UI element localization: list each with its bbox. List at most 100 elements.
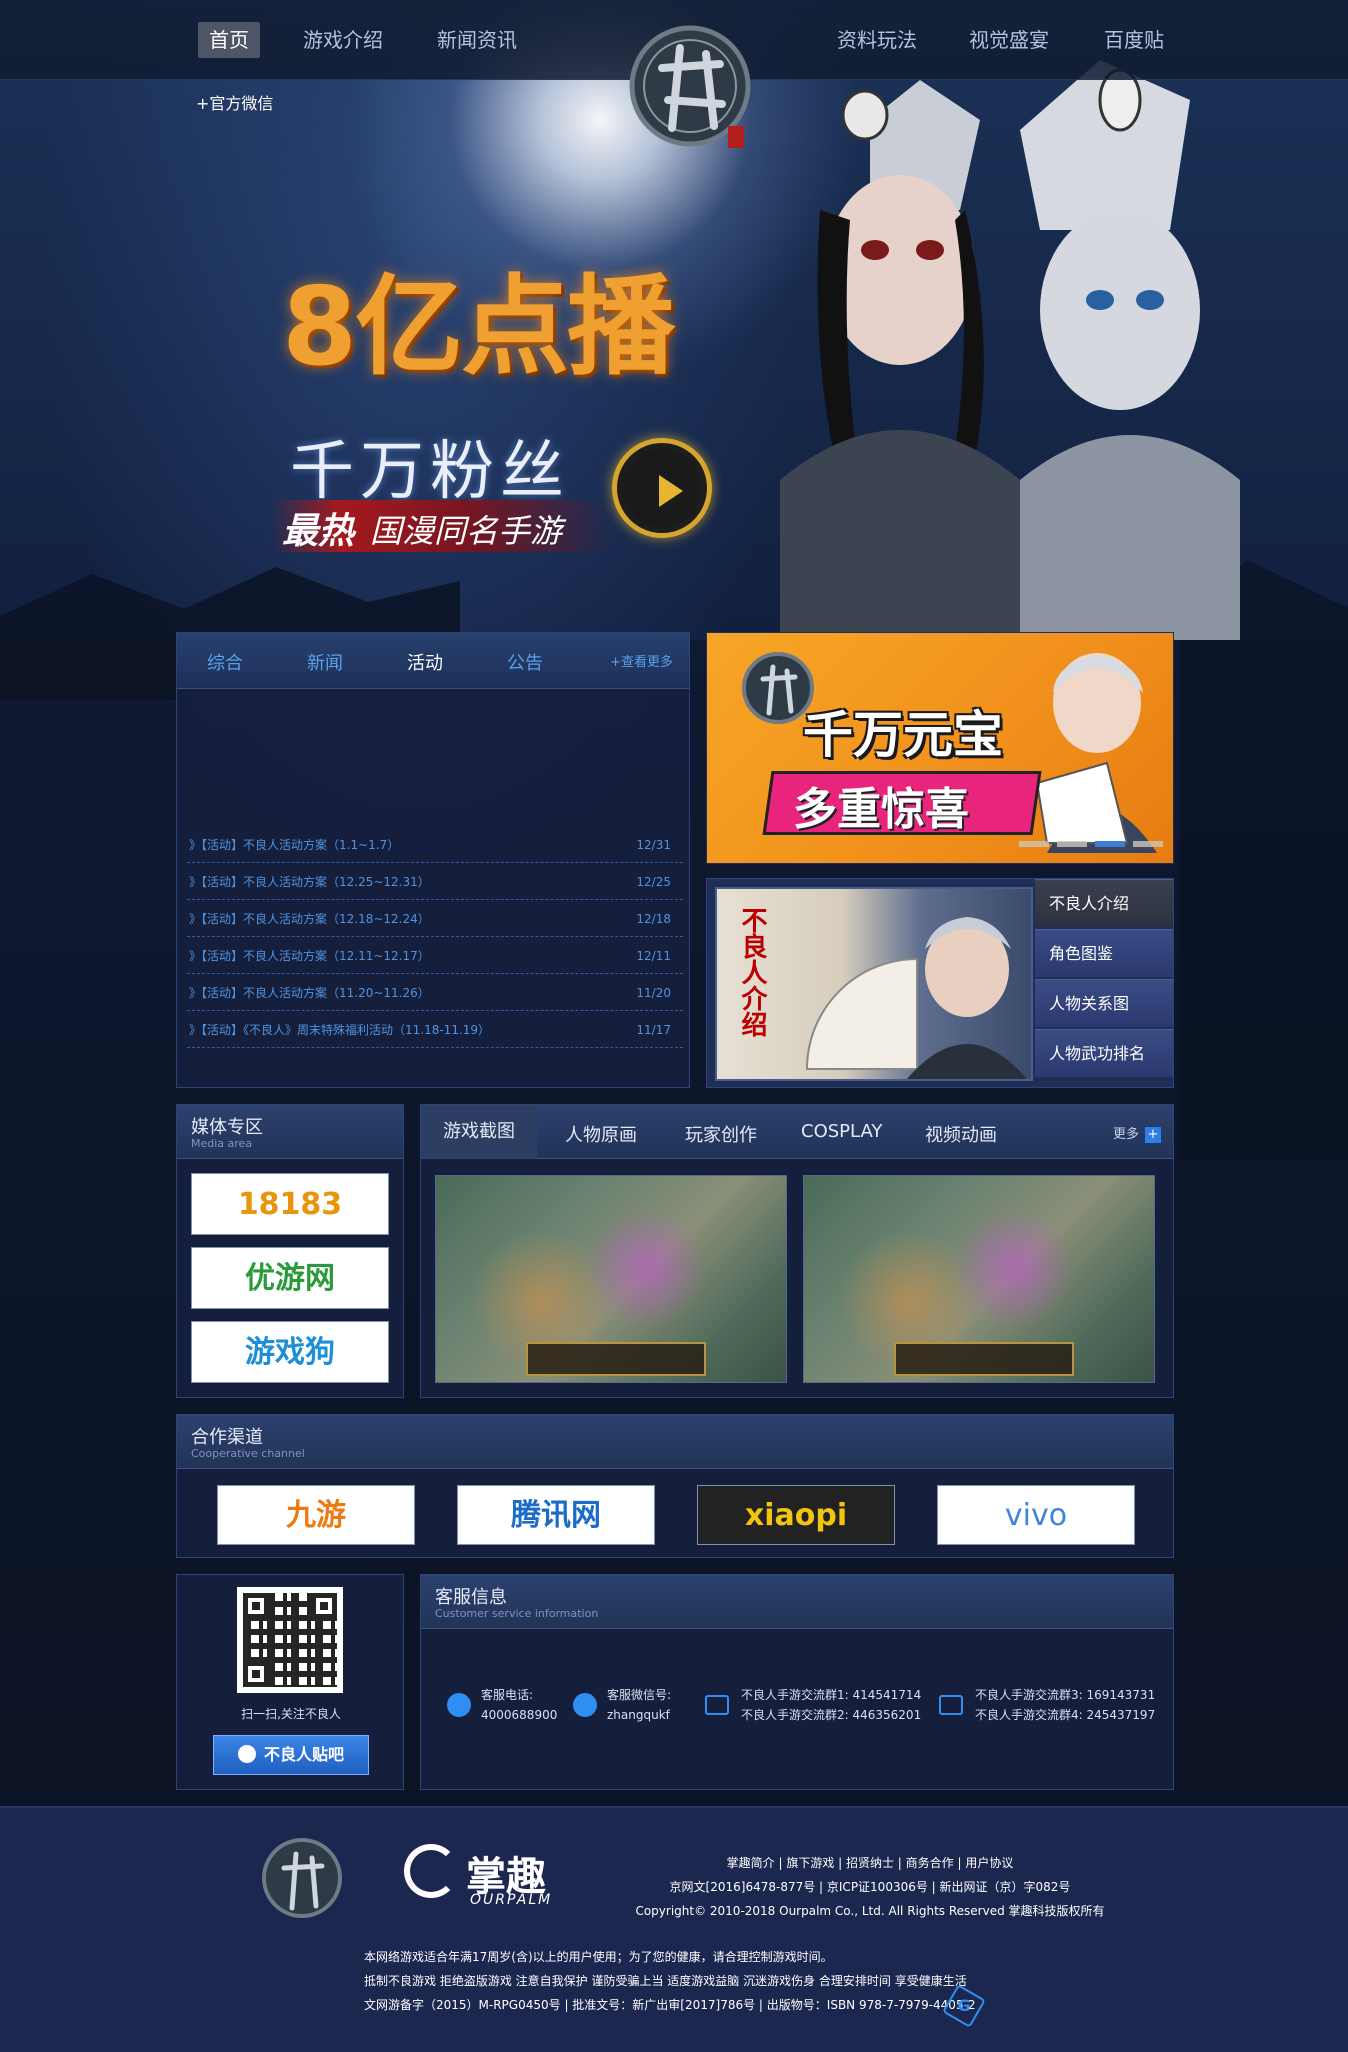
tab-character-art[interactable]: 人物原画 xyxy=(565,1121,637,1147)
nav-news[interactable]: 新闻资讯 xyxy=(430,22,524,58)
tab-screenshots[interactable]: 游戏截图 xyxy=(421,1105,537,1159)
carousel-dot-active[interactable] xyxy=(1095,841,1125,847)
footer-copyright: Copyright© 2010-2018 Ourpalm Co., Ltd. A… xyxy=(635,1904,1105,1918)
footer-links[interactable]: 掌趣简介 | 旗下游戏 | 招贤纳士 | 商务合作 | 用户协议 xyxy=(560,1854,1180,1871)
news-tab-bar: 综合 新闻 活动 公告 +查看更多 xyxy=(177,633,689,689)
news-more-link[interactable]: +查看更多 xyxy=(610,651,673,670)
news-item-date: 12/31 xyxy=(636,838,671,852)
tab-news[interactable]: 新闻 xyxy=(307,649,343,675)
character-fan-illustration xyxy=(805,917,1027,1079)
partners-header: 合作渠道 Cooperative channel xyxy=(177,1415,1173,1469)
tab-videos[interactable]: 视频动画 xyxy=(925,1121,997,1147)
media-logo-yoyou[interactable]: 优游网 xyxy=(191,1247,389,1309)
promo-banner-subtitle: 多重惊喜 xyxy=(793,784,969,835)
footer-game-logo xyxy=(262,1838,342,1918)
news-item-date: 11/20 xyxy=(636,986,671,1000)
link-relationship-chart[interactable]: 人物关系图 xyxy=(1035,979,1173,1027)
news-item[interactable]: 》【活动】不良人活动方案（1.1~1.7） 12/31 xyxy=(187,827,683,863)
tab-announcement[interactable]: 公告 xyxy=(507,649,543,675)
customer-service-subtitle: Customer service information xyxy=(435,1607,599,1620)
qr-finder xyxy=(311,1593,337,1619)
news-item-title: 》【活动】《不良人》周末特殊福利活动（11.18-11.19） xyxy=(189,1023,491,1037)
ourpalm-brand-en: OURPALM xyxy=(470,1892,553,1908)
news-item[interactable]: 》【活动】《不良人》周末特殊福利活动（11.18-11.19） 11/17 xyxy=(187,1012,683,1048)
media-area-panel: 媒体专区 Media area 18183 优游网 游戏狗 xyxy=(176,1104,404,1398)
qr-caption: 扫一扫,关注不良人 xyxy=(241,1707,341,1721)
footer-record-numbers: 文网游备字（2015）M-RPG0450号 | 批准文号：新广出审[2017]7… xyxy=(364,1998,976,2012)
nav-game-intro[interactable]: 游戏介绍 xyxy=(296,22,390,58)
carousel-dot[interactable] xyxy=(1019,841,1049,847)
ourpalm-logo-icon xyxy=(404,1844,458,1898)
video-play-button[interactable] xyxy=(612,438,712,538)
media-logo-18183[interactable]: 18183 xyxy=(191,1173,389,1235)
hero-hot-label: 最热 xyxy=(282,511,355,552)
skill-bar xyxy=(526,1342,706,1376)
game-logo-emblem[interactable] xyxy=(610,8,770,168)
wechat-id: zhangqukf xyxy=(607,1708,670,1722)
partner-logo-9game[interactable]: 九游 xyxy=(217,1485,415,1545)
chat-group-4: 不良人手游交流群4: 245437197 xyxy=(975,1708,1156,1722)
phone-label: 客服电话: xyxy=(481,1688,534,1702)
news-panel: 综合 新闻 活动 公告 +查看更多 》【活动】不良人活动方案（1.1~1.7） … xyxy=(176,632,690,1088)
gameplay-screenshot[interactable] xyxy=(803,1175,1155,1383)
tab-all[interactable]: 综合 xyxy=(207,649,243,675)
follow-panel: 扫一扫,关注不良人 不良人贴吧 xyxy=(176,1574,404,1790)
partner-logo-qq[interactable]: 腾讯网 xyxy=(457,1485,655,1545)
chat-groups-3-4: 不良人手游交流群3: 169143731 不良人手游交流群4: 24543719… xyxy=(975,1685,1155,1725)
official-wechat-link[interactable]: +官方微信 xyxy=(196,90,273,114)
tab-cosplay[interactable]: COSPLAY xyxy=(801,1121,882,1142)
news-item-date: 12/18 xyxy=(636,912,671,926)
chat-group-1: 不良人手游交流群1: 414541714 xyxy=(741,1688,922,1702)
wechat-info: 客服微信号: zhangqukf xyxy=(607,1685,671,1725)
carousel-dot[interactable] xyxy=(1133,841,1163,847)
footer-age-notice: 本网络游戏适合年满17周岁(含)以上的用户使用；为了您的健康，请合理控制游戏时间… xyxy=(364,1950,833,1964)
tab-activity[interactable]: 活动 xyxy=(407,649,443,675)
qr-pattern xyxy=(243,1593,337,1687)
link-martial-ranking[interactable]: 人物武功排名 xyxy=(1035,1029,1173,1077)
news-item-title: 》【活动】不良人活动方案（12.11~12.17） xyxy=(189,949,430,963)
news-item[interactable]: 》【活动】不良人活动方案（12.18~12.24） 12/18 xyxy=(187,901,683,937)
character-intro-image[interactable]: 不良人介绍 xyxy=(715,887,1033,1081)
skill-bar xyxy=(894,1342,1074,1376)
promo-banner-carousel[interactable]: 千万元宝 多重惊喜 xyxy=(706,632,1174,864)
nav-visuals[interactable]: 视觉盛宴 xyxy=(962,22,1056,58)
site-footer: 掌趣 OURPALM 掌趣简介 | 旗下游戏 | 招贤纳士 | 商务合作 | 用… xyxy=(0,1806,1348,2052)
plus-icon: + xyxy=(1145,1126,1161,1143)
wechat-icon xyxy=(573,1693,597,1717)
wechat-qr-code xyxy=(237,1587,343,1693)
media-logo-youxigou[interactable]: 游戏狗 xyxy=(191,1321,389,1383)
character-intro-panel: 不良人介绍 不良人介绍 角色图鉴 人物关系图 人物武功排名 xyxy=(706,878,1174,1088)
link-character-intro[interactable]: 不良人介绍 xyxy=(1035,879,1173,927)
news-item-date: 12/25 xyxy=(636,875,671,889)
footer-licenses: 京网文[2016]6478-877号 | 京ICP证100306号 | 新出网证… xyxy=(669,1880,1071,1894)
news-item-title: 》【活动】不良人活动方案（11.20~11.26） xyxy=(189,986,430,1000)
gameplay-screenshot[interactable] xyxy=(435,1175,787,1383)
news-item[interactable]: 》【活动】不良人活动方案（12.11~12.17） 12/11 xyxy=(187,938,683,974)
tab-player-creations[interactable]: 玩家创作 xyxy=(685,1121,757,1147)
chat-group-2: 不良人手游交流群2: 446356201 xyxy=(741,1708,922,1722)
customer-service-title: 客服信息 xyxy=(435,1587,507,1608)
hero-headline: 8亿点播 xyxy=(282,265,675,390)
chat-groups-1-2: 不良人手游交流群1: 414541714 不良人手游交流群2: 44635620… xyxy=(741,1685,921,1725)
nav-baidu-tieba[interactable]: 百度贴 xyxy=(1098,22,1170,58)
news-item-date: 12/11 xyxy=(636,949,671,963)
link-character-gallery[interactable]: 角色图鉴 xyxy=(1035,929,1173,977)
media-area-subtitle: Media area xyxy=(191,1137,253,1150)
chat-group-3: 不良人手游交流群3: 169143731 xyxy=(975,1688,1156,1702)
partner-logo-xiaopi[interactable]: xiaopi xyxy=(697,1485,895,1545)
carousel-dot[interactable] xyxy=(1057,841,1087,847)
news-item-date: 11/17 xyxy=(636,1023,671,1037)
baidu-paw-icon xyxy=(237,1745,256,1763)
news-item[interactable]: 》【活动】不良人活动方案（11.20~11.26） 11/20 xyxy=(187,975,683,1011)
tieba-button[interactable]: 不良人贴吧 xyxy=(213,1735,369,1775)
gallery-panel: 游戏截图 人物原画 玩家创作 COSPLAY 视频动画 更多 + xyxy=(420,1104,1174,1398)
gallery-more-link[interactable]: 更多 + xyxy=(1113,1123,1161,1143)
partner-logo-vivo[interactable]: vivo xyxy=(937,1485,1135,1545)
nav-home[interactable]: 首页 xyxy=(198,22,260,58)
rating-badge-icon[interactable]: G xyxy=(942,1984,986,2028)
promo-character xyxy=(1035,653,1157,853)
customer-service-header: 客服信息 Customer service information xyxy=(421,1575,1173,1629)
news-item[interactable]: 》【活动】不良人活动方案（12.25~12.31） 12/25 xyxy=(187,864,683,900)
partners-subtitle: Cooperative channel xyxy=(191,1447,305,1460)
nav-guides[interactable]: 资料玩法 xyxy=(830,22,924,58)
